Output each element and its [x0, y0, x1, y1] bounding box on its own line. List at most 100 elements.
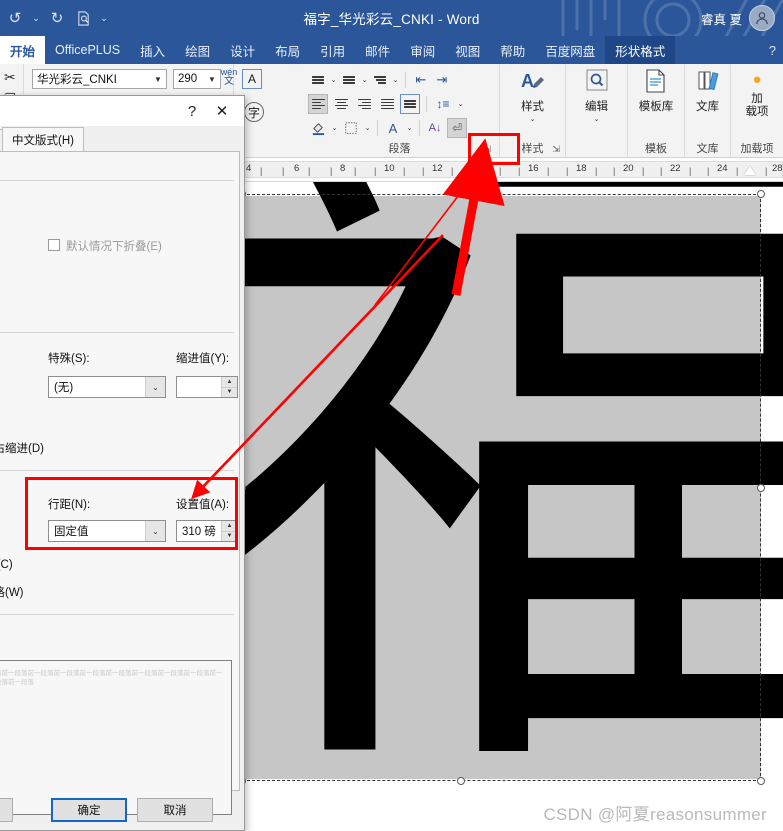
- tell-me-icon[interactable]: ?: [762, 36, 783, 64]
- dialog-tab-asian-typography[interactable]: 中文版式(H): [2, 127, 84, 152]
- chevron-down-icon[interactable]: ▼: [206, 75, 218, 84]
- paragraph-row-align[interactable]: ↕≡ ⌄: [308, 94, 465, 114]
- tab-officeplus[interactable]: OfficePLUS: [45, 36, 130, 64]
- handle-top-right[interactable]: [757, 190, 765, 198]
- sort-icon[interactable]: A↓: [425, 118, 445, 138]
- tab-review[interactable]: 审阅: [400, 36, 445, 64]
- paragraph-row-lists[interactable]: ⌄ ⌄ ⌄ ⇤ ⇥: [308, 70, 452, 90]
- tab-mailings[interactable]: 邮件: [355, 36, 400, 64]
- chevron-down-icon[interactable]: ▼: [152, 75, 164, 84]
- cut-icon[interactable]: ✂: [4, 70, 16, 84]
- addins-button[interactable]: ● 加载项: [731, 68, 783, 119]
- chevron-down-icon[interactable]: ⌄: [594, 115, 600, 123]
- ruler-tick: |: [689, 166, 692, 176]
- close-icon[interactable]: ✕: [214, 102, 230, 120]
- template-library-button[interactable]: 模板库: [628, 68, 684, 114]
- account-area[interactable]: 睿真 夏: [701, 0, 775, 36]
- chevron-down-icon[interactable]: ⌄: [145, 521, 165, 541]
- spacing-at-label: 设置值(A):: [176, 499, 230, 511]
- phonetic-guide-icon[interactable]: wén 文: [220, 68, 238, 88]
- tab-view[interactable]: 视图: [445, 36, 490, 64]
- set-as-default-button[interactable]: 认值(D): [0, 798, 13, 822]
- tab-references[interactable]: 引用: [310, 36, 355, 64]
- ruler-number: 16: [528, 163, 539, 174]
- increase-indent-icon[interactable]: ⇥: [432, 70, 452, 90]
- handle-top-center[interactable]: [457, 190, 465, 198]
- chevron-down-icon[interactable]: ⌄: [363, 124, 372, 132]
- tab-insert[interactable]: 插入: [130, 36, 175, 64]
- help-icon[interactable]: ?: [184, 103, 200, 120]
- chevron-down-icon[interactable]: ⌄: [456, 100, 465, 108]
- spinner-up-icon[interactable]: ▲: [221, 521, 237, 532]
- paragraph-dialog[interactable]: ? ✕ (P) 中文版式(H) ⌄ ⌄ 默认情况下折叠(E) 特殊(S): 缩进…: [0, 95, 245, 831]
- character-border-icon[interactable]: A: [242, 69, 262, 89]
- tab-home[interactable]: 开始: [0, 36, 46, 64]
- shading-icon[interactable]: [308, 118, 328, 138]
- indent-by-spinner[interactable]: ▲ ▼: [176, 376, 238, 398]
- chevron-down-icon[interactable]: ⌄: [391, 76, 400, 84]
- bullets-icon[interactable]: [308, 70, 328, 90]
- font-row-top[interactable]: 华光彩云_CNKI ▼ 290 ▼: [32, 69, 221, 89]
- dialog-footer[interactable]: 认值(D) 确定 取消: [0, 790, 244, 830]
- align-left-icon[interactable]: [308, 94, 328, 114]
- shape-textbox[interactable]: 福: [240, 182, 783, 804]
- tab-help[interactable]: 帮助: [490, 36, 535, 64]
- justify-icon[interactable]: [377, 94, 397, 114]
- chevron-down-icon[interactable]: ⌄: [530, 115, 536, 123]
- library-button[interactable]: 文库: [685, 68, 730, 114]
- chevron-down-icon[interactable]: ⌄: [145, 377, 165, 397]
- horizontal-ruler[interactable]: 4 | | 6 | | 8 | | 10 | | 12 | | 14 | | 1…: [240, 158, 783, 182]
- spinner-up-icon[interactable]: ▲: [221, 377, 237, 388]
- chevron-down-icon[interactable]: ⌄: [405, 124, 414, 132]
- avatar[interactable]: [749, 5, 775, 31]
- tab-baidu-netdisk[interactable]: 百度网盘: [535, 36, 605, 64]
- tab-design[interactable]: 设计: [220, 36, 265, 64]
- ribbon-tab-bar[interactable]: 开始 OfficePLUS 插入 绘图 设计 布局 引用 邮件 审阅 视图 帮助…: [0, 36, 783, 64]
- multilevel-list-icon[interactable]: [370, 70, 390, 90]
- decrease-indent-icon[interactable]: ⇤: [411, 70, 431, 90]
- document-canvas[interactable]: 福: [240, 182, 783, 831]
- borders-icon[interactable]: [341, 118, 361, 138]
- show-formatting-marks-icon[interactable]: ⏎: [447, 118, 467, 138]
- library-label: 文库: [696, 101, 719, 113]
- divider: [419, 120, 420, 136]
- character-shading-icon[interactable]: 字: [244, 102, 264, 122]
- paragraph-dialog-launcher-icon[interactable]: ⇲: [483, 144, 491, 155]
- editing-button[interactable]: 编辑 ⌄: [566, 68, 627, 123]
- styles-dialog-launcher-icon[interactable]: ⇲: [552, 144, 560, 155]
- tab-draw[interactable]: 绘图: [175, 36, 220, 64]
- asian-layout-icon[interactable]: A: [383, 118, 403, 138]
- numbering-icon[interactable]: [339, 70, 359, 90]
- line-spacing-icon[interactable]: ↕≡: [433, 94, 453, 114]
- distribute-icon[interactable]: [400, 94, 420, 114]
- spinner-buttons[interactable]: ▲ ▼: [221, 521, 237, 541]
- template-library-label: 模板库: [638, 101, 674, 113]
- spinner-down-icon[interactable]: ▼: [221, 387, 237, 397]
- indent-marker-icon[interactable]: [744, 166, 756, 175]
- collapse-by-default-checkbox[interactable]: [48, 239, 60, 251]
- paragraph-row-misc[interactable]: ⌄ ⌄ A ⌄ A↓ ⏎: [308, 118, 467, 138]
- handle-middle-right[interactable]: [757, 484, 765, 492]
- cancel-button[interactable]: 取消: [137, 798, 213, 822]
- chevron-down-icon[interactable]: ⌄: [360, 76, 369, 84]
- chevron-down-icon[interactable]: ⌄: [329, 76, 338, 84]
- special-indent-combo[interactable]: (无) ⌄: [48, 376, 166, 398]
- align-center-icon[interactable]: [331, 94, 351, 114]
- dialog-tab-strip[interactable]: (P) 中文版式(H): [0, 126, 244, 152]
- tab-layout[interactable]: 布局: [265, 36, 310, 64]
- styles-button[interactable]: A 样式 ⌄: [500, 68, 565, 123]
- chevron-down-icon[interactable]: ⌄: [330, 124, 339, 132]
- ruler-number: 10: [384, 163, 395, 174]
- align-right-icon[interactable]: [354, 94, 374, 114]
- styles-label: 样式: [521, 101, 544, 113]
- handle-bottom-right[interactable]: [757, 777, 765, 785]
- line-spacing-combo[interactable]: 固定值 ⌄: [48, 520, 166, 542]
- font-size-combo[interactable]: 290 ▼: [173, 69, 221, 89]
- handle-bottom-center[interactable]: [457, 777, 465, 785]
- ok-button[interactable]: 确定: [51, 798, 127, 822]
- font-name-combo[interactable]: 华光彩云_CNKI ▼: [32, 69, 167, 89]
- spinner-buttons[interactable]: ▲ ▼: [221, 377, 237, 397]
- spacing-at-spinner[interactable]: 310 磅 ▲ ▼: [176, 520, 238, 542]
- spinner-down-icon[interactable]: ▼: [221, 531, 237, 541]
- tab-shape-format[interactable]: 形状格式: [605, 36, 676, 64]
